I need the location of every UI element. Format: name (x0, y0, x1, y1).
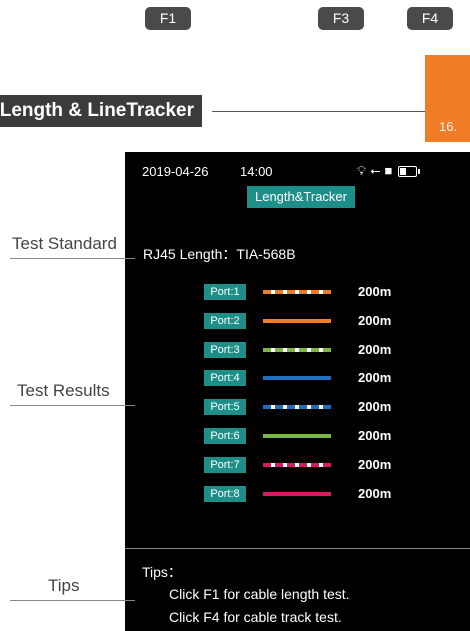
section-title: Length & LineTracker (0, 95, 202, 127)
wire-color-line (263, 318, 331, 323)
battery-icon (398, 166, 421, 178)
port-row: Port:5 200m (125, 397, 470, 417)
tips-header: Tips： (142, 564, 182, 580)
wire-color-line (263, 462, 331, 467)
status-date: 2019-04-26 (142, 164, 209, 179)
callout-tips: Tips (48, 576, 80, 595)
tip-line-1: Click F1 for cable length test. (169, 586, 350, 602)
wire-color-line (263, 491, 331, 496)
f1-key[interactable]: F1 (145, 7, 191, 30)
tip-line-2: Click F4 for cable track test. (169, 609, 342, 625)
callout-test-standard: Test Standard (12, 234, 117, 253)
port-label: Port:3 (204, 341, 246, 358)
sd-card-icon: ■ (384, 163, 397, 178)
test-standard-value: RJ45 Length：TIA-568B (143, 246, 296, 262)
port-length-value: 200m (358, 456, 392, 472)
tips-divider (125, 548, 470, 549)
status-time: 14:00 (240, 164, 273, 179)
port-label: Port:2 (204, 312, 246, 329)
wire-color-line (263, 290, 331, 294)
port-label: Port:1 (204, 284, 246, 300)
port-length-value: 200m (358, 284, 392, 299)
callout-line-results (10, 405, 135, 406)
status-bar: 2019-04-26 14:00 💡︎⭠■ (125, 152, 470, 188)
page-number: 16. (439, 119, 458, 134)
port-row: Port:3 200m (125, 340, 470, 360)
port-row: Port:4 200m (125, 368, 470, 388)
screen-title: Length&Tracker (247, 186, 355, 208)
port-row: Port:8 200m (125, 484, 470, 504)
port-row: Port:2 200m (125, 311, 470, 331)
wire-color-line (263, 376, 331, 381)
wire-color-line (263, 405, 331, 410)
port-length-value: 200m (358, 312, 392, 328)
f4-key[interactable]: F4 (407, 7, 453, 30)
port-row: Port:7 200m (125, 455, 470, 475)
device-screen: 2019-04-26 14:00 💡︎⭠■ Length&Tracker RJ4… (125, 152, 470, 631)
port-label: Port:7 (204, 456, 246, 473)
flashlight-icon: 💡︎ (357, 163, 371, 178)
port-label: Port:5 (204, 399, 246, 416)
wire-color-line (263, 434, 331, 438)
port-label: Port:4 (204, 370, 246, 387)
callout-line-standard (10, 258, 135, 259)
port-length-value: 200m (358, 485, 392, 501)
callout-test-results: Test Results (17, 381, 110, 400)
port-label: Port:8 (204, 485, 246, 502)
status-icons: 💡︎⭠■ (357, 163, 421, 179)
port-length-value: 200m (358, 341, 392, 357)
f3-key[interactable]: F3 (318, 7, 364, 30)
title-rule (212, 111, 425, 112)
port-length-value: 200m (358, 370, 392, 386)
port-length-value: 200m (358, 428, 392, 443)
port-row: Port:6 200m (125, 426, 470, 446)
port-length-value: 200m (358, 399, 392, 415)
usb-icon: ⭠ (370, 163, 385, 178)
port-label: Port:6 (204, 428, 246, 444)
port-row: Port:1 200m (125, 282, 470, 302)
callout-line-tips (10, 600, 135, 601)
wire-color-line (263, 347, 331, 352)
page-tab: 16. (425, 55, 470, 142)
